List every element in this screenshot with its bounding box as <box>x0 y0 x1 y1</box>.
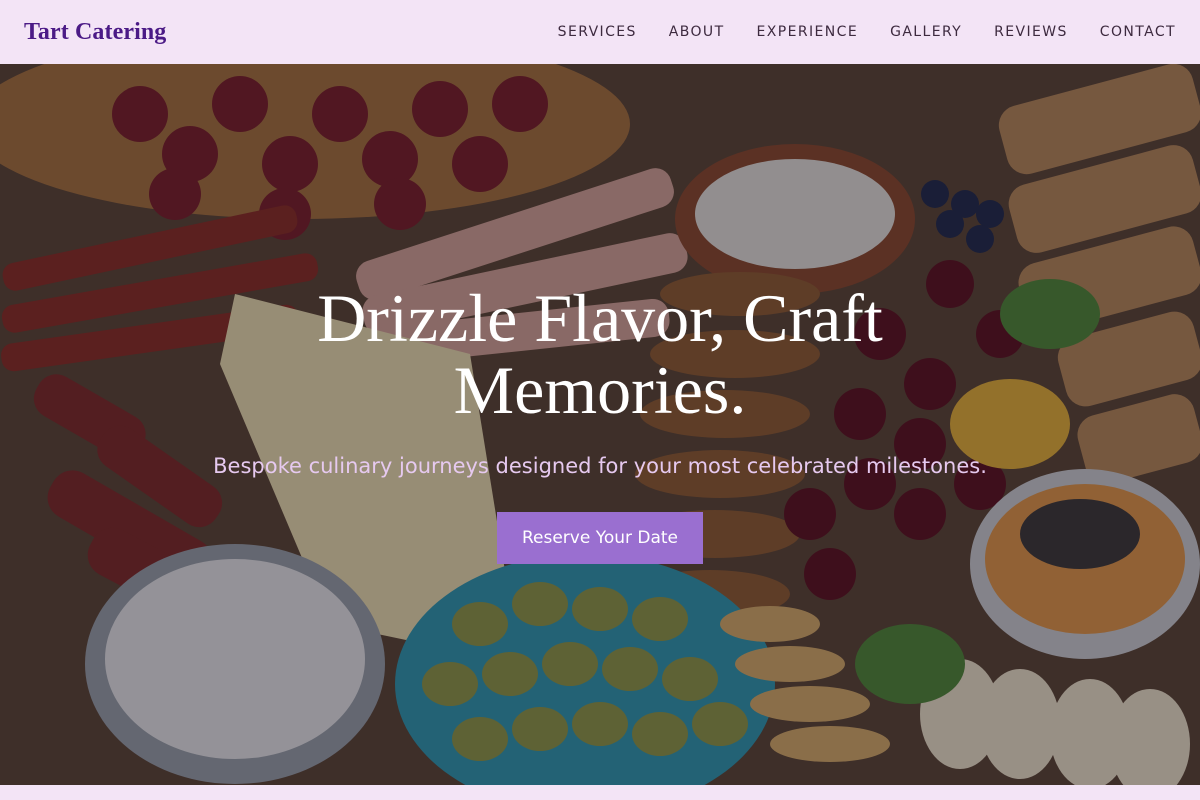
section-divider <box>0 785 1200 800</box>
main-nav: SERVICES ABOUT EXPERIENCE GALLERY REVIEW… <box>526 24 1176 40</box>
hero-subtitle: Bespoke culinary journeys designed for y… <box>213 454 987 478</box>
hero-content: Drizzle Flavor, Craft Memories. Bespoke … <box>0 64 1200 785</box>
hero-section: Drizzle Flavor, Craft Memories. Bespoke … <box>0 64 1200 785</box>
hero-title: Drizzle Flavor, Craft Memories. <box>317 280 883 428</box>
top-navbar: Tart Catering SERVICES ABOUT EXPERIENCE … <box>0 0 1200 64</box>
nav-item-experience[interactable]: EXPERIENCE <box>757 24 859 40</box>
nav-item-reviews[interactable]: REVIEWS <box>994 24 1068 40</box>
nav-item-about[interactable]: ABOUT <box>669 24 725 40</box>
nav-item-gallery[interactable]: GALLERY <box>890 24 962 40</box>
nav-item-services[interactable]: SERVICES <box>558 24 637 40</box>
brand-logo[interactable]: Tart Catering <box>24 19 166 46</box>
reserve-date-button[interactable]: Reserve Your Date <box>497 512 703 564</box>
nav-item-contact[interactable]: CONTACT <box>1100 24 1176 40</box>
